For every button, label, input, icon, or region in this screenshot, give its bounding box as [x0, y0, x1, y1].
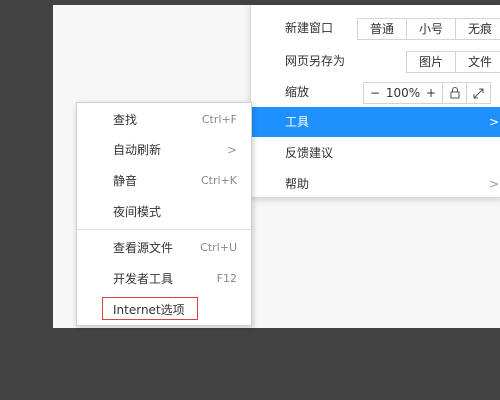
menu-item-tools[interactable]: 工具 > [251, 107, 500, 137]
expand-icon [473, 88, 484, 99]
new-window-small-button[interactable]: 小号 [406, 18, 456, 40]
menu-item-help[interactable]: 帮助 > [251, 169, 500, 200]
fullscreen-button[interactable] [466, 82, 491, 104]
dev-tools-label: 开发者工具 [113, 272, 174, 286]
chevron-right-icon: > [226, 143, 237, 157]
new-window-incognito-button[interactable]: 无痕 [455, 18, 500, 40]
zoom-value: 100% [385, 86, 421, 100]
submenu-item-night-mode[interactable]: 夜间模式 [77, 197, 251, 227]
submenu-item-auto-refresh[interactable]: 自动刷新 > [77, 135, 251, 165]
save-as-label: 网页另存为 [285, 54, 346, 68]
chevron-right-icon: > [488, 115, 499, 129]
mute-shortcut: Ctrl+K [200, 174, 237, 187]
find-shortcut: Ctrl+F [201, 113, 237, 126]
tools-label: 工具 [285, 115, 310, 129]
zoom-in-button[interactable]: + [426, 83, 436, 103]
submenu-item-dev-tools[interactable]: 开发者工具 F12 [77, 264, 251, 294]
dev-tools-shortcut: F12 [216, 272, 237, 285]
zoom-controls: − 100% + [363, 82, 491, 104]
save-as-options: 图片 文件 [406, 51, 500, 73]
save-as-file-button[interactable]: 文件 [455, 51, 500, 73]
tools-submenu: 查找 Ctrl+F 自动刷新 > 静音 Ctrl+K 夜间模式 查看源文件 Ct… [76, 102, 252, 326]
lock-icon [450, 87, 459, 99]
submenu-item-find[interactable]: 查找 Ctrl+F [77, 105, 251, 135]
night-mode-label: 夜间模式 [113, 205, 162, 219]
menu-row-save-as: 网页另存为 图片 文件 [251, 46, 500, 77]
browser-main-menu: 新建窗口 普通 小号 无痕 网页另存为 图片 文件 缩放 − 100% + 工具… [250, 5, 500, 198]
zoom-label: 缩放 [285, 85, 310, 99]
menu-item-feedback[interactable]: 反馈建议 [251, 138, 500, 169]
submenu-item-internet-options[interactable]: Internet选项 [77, 295, 251, 325]
submenu-item-mute[interactable]: 静音 Ctrl+K [77, 166, 251, 196]
internet-options-label: Internet选项 [113, 303, 185, 317]
menu-row-new-window: 新建窗口 普通 小号 无痕 [251, 13, 500, 44]
find-label: 查找 [113, 113, 138, 127]
feedback-label: 反馈建议 [285, 146, 334, 160]
new-window-label: 新建窗口 [285, 21, 334, 35]
menu-row-zoom: 缩放 − 100% + [251, 77, 500, 108]
save-as-image-button[interactable]: 图片 [406, 51, 456, 73]
auto-refresh-label: 自动刷新 [113, 143, 162, 157]
new-window-normal-button[interactable]: 普通 [357, 18, 407, 40]
menu-divider [77, 229, 251, 230]
mute-label: 静音 [113, 174, 138, 188]
help-label: 帮助 [285, 177, 310, 191]
view-source-label: 查看源文件 [113, 241, 174, 255]
new-window-options: 普通 小号 无痕 [357, 18, 500, 40]
zoom-out-button[interactable]: − [370, 83, 380, 103]
zoom-stepper: − 100% + [363, 82, 443, 104]
zoom-lock-button[interactable] [442, 82, 467, 104]
chevron-right-icon: > [488, 177, 499, 191]
view-source-shortcut: Ctrl+U [200, 241, 237, 254]
submenu-item-view-source[interactable]: 查看源文件 Ctrl+U [77, 233, 251, 263]
